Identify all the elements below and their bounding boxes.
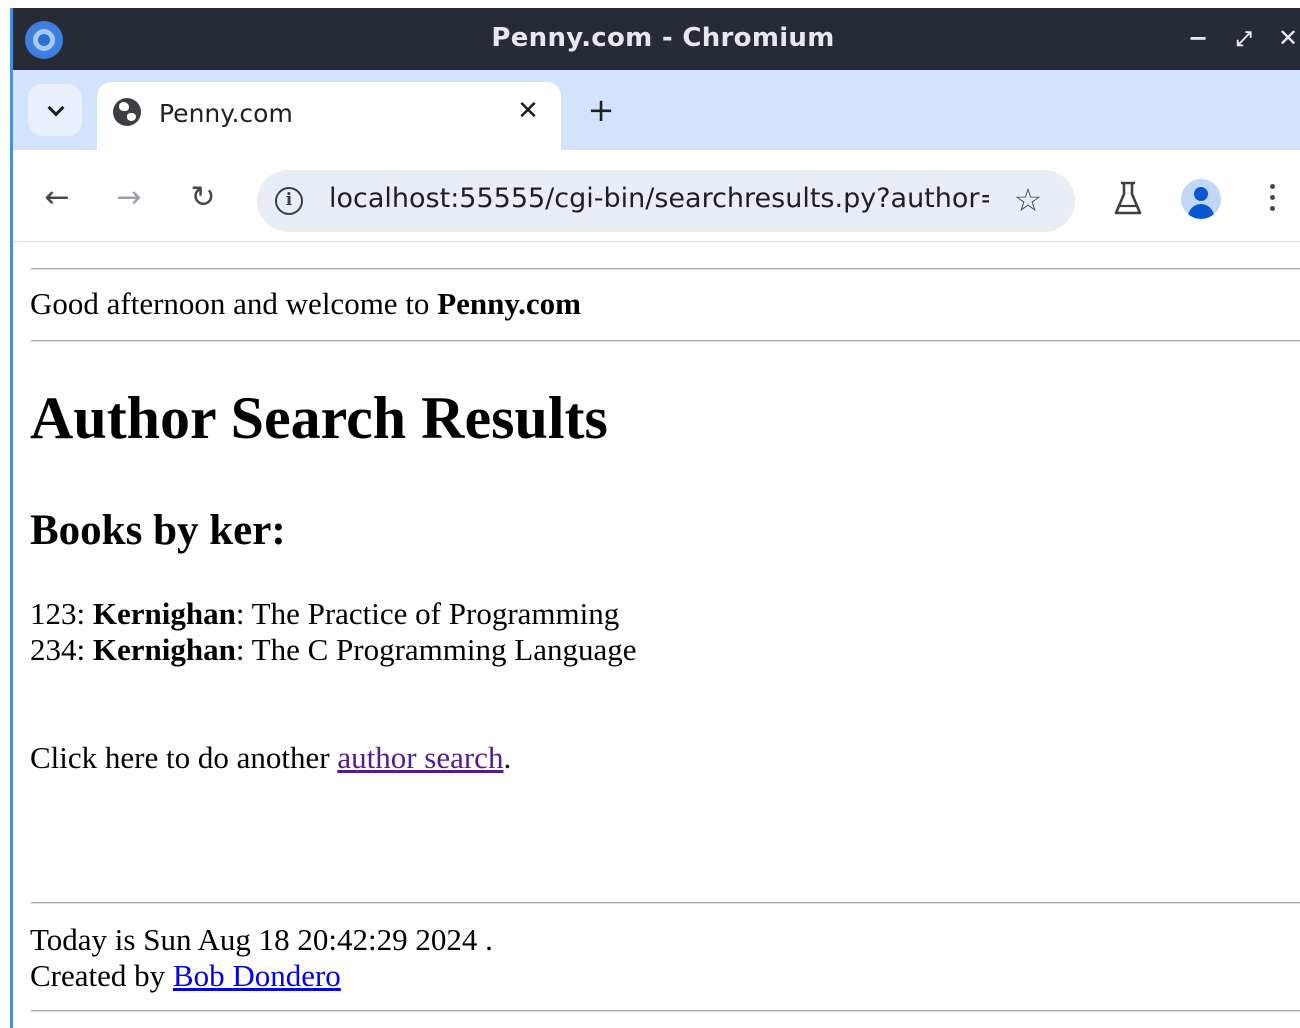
book-row: 123: Kernighan: The Practice of Programm… [30,596,620,631]
tab-title: Penny.com [159,99,293,128]
tab-search-button[interactable] [28,84,82,136]
book-author: Kernighan [92,596,236,631]
window-title: Penny.com - Chromium [491,23,835,53]
back-button[interactable]: ← [37,178,77,218]
greeting-text: Good afternoon and welcome to [30,286,438,321]
browser-toolbar: ← → ↻ i localhost:55555/cgi-bin/searchre… [13,150,1300,242]
maximize-button[interactable]: ⤢ [1229,22,1259,54]
book-title: The C Programming Language [251,632,637,667]
book-row: 234: Kernighan: The C Programming Langua… [30,632,637,667]
forward-button[interactable]: → [109,178,149,218]
close-window-button[interactable]: ✕ [1273,22,1300,54]
author-search-link[interactable]: author search [337,740,503,775]
divider-footer [31,902,1300,904]
globe-icon [113,98,141,126]
address-bar[interactable]: i localhost:55555/cgi-bin/searchresults.… [257,170,1075,232]
divider-header [31,340,1300,342]
site-name: Penny.com [437,286,581,321]
tab-close-button[interactable]: ✕ [511,94,545,128]
minimize-button[interactable]: − [1183,22,1213,54]
browser-window: Penny.com - Chromium − ⤢ ✕ Penny.com ✕ +… [10,8,1300,1028]
search-again-suffix: . [503,740,512,775]
search-again-line: Click here to do another author search. [30,740,511,776]
creator-link[interactable]: Bob Dondero [173,958,341,993]
date-line: Today is Sun Aug 18 20:42:29 2024 . [30,922,493,957]
bookmark-star-icon[interactable]: ☆ [1009,181,1047,219]
search-again-text: Click here to do another [30,740,338,775]
tab-strip: Penny.com ✕ + [13,70,1300,150]
book-title: The Practice of Programming [251,596,620,631]
url-text[interactable]: localhost:55555/cgi-bin/searchresults.py… [329,183,989,214]
book-isbn: 234 [30,632,77,667]
page-content: Good afternoon and welcome to Penny.com … [13,242,1300,1028]
results-subheading: Books by ker: [30,507,286,554]
creator-line: Created by Bob Dondero [30,958,341,994]
info-icon[interactable]: i [275,187,303,215]
title-bar: Penny.com - Chromium − ⤢ ✕ [13,8,1300,70]
divider-bottom [31,1010,1300,1012]
book-author: Kernighan [92,632,236,667]
menu-dots-icon[interactable] [1257,178,1287,218]
reload-button[interactable]: ↻ [183,178,223,218]
tab-penny[interactable]: Penny.com ✕ [97,82,561,150]
new-tab-button[interactable]: + [583,92,619,128]
page-title: Author Search Results [30,385,608,451]
profile-avatar-icon[interactable] [1181,179,1221,219]
divider-top [31,268,1300,270]
creator-text: Created by [30,958,173,993]
greeting: Good afternoon and welcome to Penny.com [30,286,581,322]
book-isbn: 123 [30,596,77,631]
labs-flask-icon[interactable] [1113,180,1143,218]
